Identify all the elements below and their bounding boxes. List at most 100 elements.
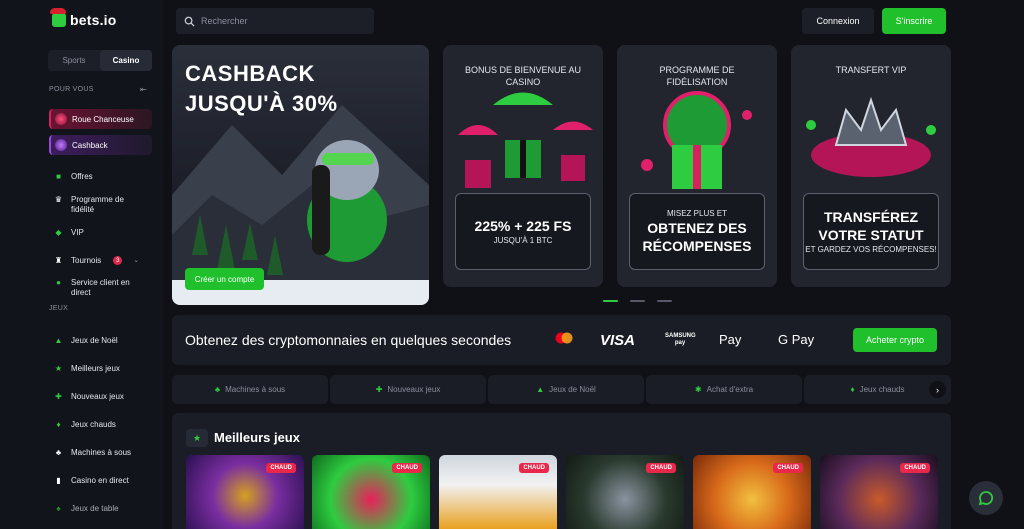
sidebar-item-label: Programme de fidélité xyxy=(71,195,124,214)
sidebar-item-hot[interactable]: ♦ Jeux chauds xyxy=(54,420,116,430)
carousel-dot[interactable] xyxy=(603,300,618,302)
bonus-box: 225% + 225 FS JUSQU'À 1 BTC xyxy=(455,193,591,270)
gifts-parachute-illustration xyxy=(458,92,593,188)
hero-title-line2: JUSQU'À 30% xyxy=(185,91,338,116)
sidebar-item-label: Offres xyxy=(71,172,93,181)
visa-logo: VISA xyxy=(600,332,636,349)
hot-badge: CHAUD xyxy=(900,463,930,473)
sidebar-item-label: Service client en direct xyxy=(71,278,130,297)
star-icon: ★ xyxy=(54,363,63,373)
sidebar: bets.io Sports Casino POUR VOUS ⇤ Roue C… xyxy=(0,0,163,529)
carousel-dot[interactable] xyxy=(630,300,645,302)
logo-text: bets.io xyxy=(70,12,117,28)
samsung-pay-logo: SAMSUNG pay xyxy=(665,333,696,346)
tab-christmas[interactable]: ▲ Jeux de Noël xyxy=(488,375,644,404)
games-label: JEUX xyxy=(49,305,69,312)
sidebar-item-support[interactable]: ● Service client en direct xyxy=(54,278,144,298)
hero-cashback-banner[interactable]: CASHBACK JUSQU'À 30% Créer un compte xyxy=(172,45,429,305)
gift-wheel-illustration xyxy=(641,91,752,189)
trophy-icon: ♜ xyxy=(54,255,63,265)
game-tile[interactable]: CHAUD xyxy=(566,455,684,529)
cards-icon: ♠ xyxy=(56,503,61,513)
tab-casino[interactable]: Casino xyxy=(100,50,152,71)
hero-title-line1: CASHBACK xyxy=(185,61,315,86)
game-tile[interactable]: CHAUD xyxy=(693,455,811,529)
hot-badge: CHAUD xyxy=(519,463,549,473)
create-account-button[interactable]: Créer un compte xyxy=(185,268,264,290)
tab-sports[interactable]: Sports xyxy=(48,50,100,71)
sidebar-item-label: Machines à sous xyxy=(71,448,132,457)
login-button[interactable]: Connexion xyxy=(802,8,874,34)
tab-buy-bonus[interactable]: ✱ Achat d'extra xyxy=(646,375,802,404)
sidebar-item-slots[interactable]: ♣ Machines à sous xyxy=(54,448,131,458)
logo-icon xyxy=(50,8,66,27)
sidebar-item-best[interactable]: ★ Meilleurs jeux xyxy=(54,364,120,374)
loyalty-box: MISEZ PLUS ET OBTENEZ DES RÉCOMPENSES xyxy=(629,193,765,270)
sidebar-item-label: Casino en direct xyxy=(71,476,129,485)
fire-icon: ♦ xyxy=(850,385,855,394)
game-tile[interactable]: CHAUD xyxy=(186,455,304,529)
sidebar-item-offers[interactable]: ■ Offres xyxy=(54,172,93,182)
sidebar-item-label: Cashback xyxy=(72,140,108,150)
carousel-dots xyxy=(603,300,672,302)
star-icon: ★ xyxy=(186,429,208,447)
bonus-cap: JUSQU'À 1 BTC xyxy=(493,236,553,245)
tab-label: Jeux de Noël xyxy=(549,385,596,394)
tab-label: Nouveaux jeux xyxy=(387,385,441,394)
hot-badge: CHAUD xyxy=(266,463,296,473)
search-input[interactable] xyxy=(201,16,361,26)
game-tile[interactable]: CHAUD xyxy=(439,455,557,529)
loyalty-sub: MISEZ PLUS ET xyxy=(666,209,727,218)
hot-badge: CHAUD xyxy=(646,463,676,473)
signup-button[interactable]: S'inscrire xyxy=(882,8,946,34)
tab-label: Jeux chauds xyxy=(859,385,905,394)
loyalty-card[interactable]: PROGRAMME DE FIDÉLISATION MISEZ PLUS ET … xyxy=(617,45,777,287)
vip-sub: ET GARDEZ VOS RÉCOMPENSES! xyxy=(805,245,937,254)
live-chat-button[interactable] xyxy=(969,481,1003,515)
buy-crypto-button[interactable]: Acheter crypto xyxy=(853,328,937,352)
hot-badge: CHAUD xyxy=(773,463,803,473)
carousel-dot[interactable] xyxy=(657,300,672,302)
logo[interactable]: bets.io xyxy=(50,8,117,28)
sidebar-item-table[interactable]: ♠ Jeux de table xyxy=(54,503,119,514)
collapse-sidebar-icon[interactable]: ⇤ xyxy=(140,85,147,94)
sidebar-item-label: Nouveaux jeux xyxy=(71,392,124,401)
tree-icon: ▲ xyxy=(536,385,545,394)
game-tile[interactable]: CHAUD xyxy=(820,455,938,529)
sidebar-item-new[interactable]: ✚ Nouveaux jeux xyxy=(54,392,124,402)
slot-icon: ♣ xyxy=(214,385,221,394)
chevron-down-icon[interactable]: ⌄ xyxy=(133,256,139,266)
chevron-right-icon[interactable]: › xyxy=(929,381,946,398)
tab-label: Machines à sous xyxy=(225,385,286,394)
sidebar-item-tournaments[interactable]: ♜ Tournois 3 ⌄ xyxy=(54,256,139,266)
search-bar[interactable] xyxy=(176,8,374,34)
cashback-icon xyxy=(55,139,67,151)
sidebar-item-label: Jeux chauds xyxy=(71,420,116,429)
diamond-icon: ◆ xyxy=(55,227,62,237)
welcome-bonus-card[interactable]: BONUS DE BIENVENUE AU CASINO 225% + 225 … xyxy=(443,45,603,287)
vip-title: TRANSFÉREZ VOTRE STATUT xyxy=(818,209,924,243)
sidebar-item-label: Roue Chanceuse xyxy=(72,114,134,124)
sidebar-item-loyalty[interactable]: ♛ Programme de fidélité xyxy=(54,195,144,215)
tab-label: Achat d'extra xyxy=(706,385,754,394)
tab-slots[interactable]: ♣ Machines à sous xyxy=(172,375,328,404)
tree-icon: ▲ xyxy=(54,335,63,345)
section-title: Meilleurs jeux xyxy=(214,430,300,445)
hot-badge: CHAUD xyxy=(392,463,422,473)
tab-new-games[interactable]: ✚ Nouveaux jeux xyxy=(330,375,486,404)
vip-transfer-card[interactable]: TRANSFERT VIP TRANSFÉREZ VOTRE STATUT ET… xyxy=(791,45,951,287)
tournaments-badge: 3 xyxy=(113,256,123,265)
sidebar-item-cashback[interactable]: Cashback xyxy=(49,135,152,155)
sidebar-item-lucky-wheel[interactable]: Roue Chanceuse xyxy=(49,109,152,129)
crypto-text: Obtenez des cryptomonnaies en quelques s… xyxy=(185,332,512,348)
game-tile[interactable]: CHAUD xyxy=(312,455,430,529)
sidebar-item-christmas[interactable]: ▲ Jeux de Noël xyxy=(54,336,118,346)
sports-casino-toggle: Sports Casino xyxy=(48,50,152,71)
gift-icon: ■ xyxy=(56,171,61,181)
loyalty-title: OBTENEZ DES RÉCOMPENSES xyxy=(642,220,752,254)
sidebar-item-label: Jeux de table xyxy=(71,504,119,513)
for-you-label: POUR VOUS xyxy=(49,86,94,93)
search-icon xyxy=(184,16,195,27)
sidebar-item-vip[interactable]: ◆ VIP xyxy=(54,227,83,238)
sidebar-item-live[interactable]: ▮ Casino en direct xyxy=(54,476,129,486)
